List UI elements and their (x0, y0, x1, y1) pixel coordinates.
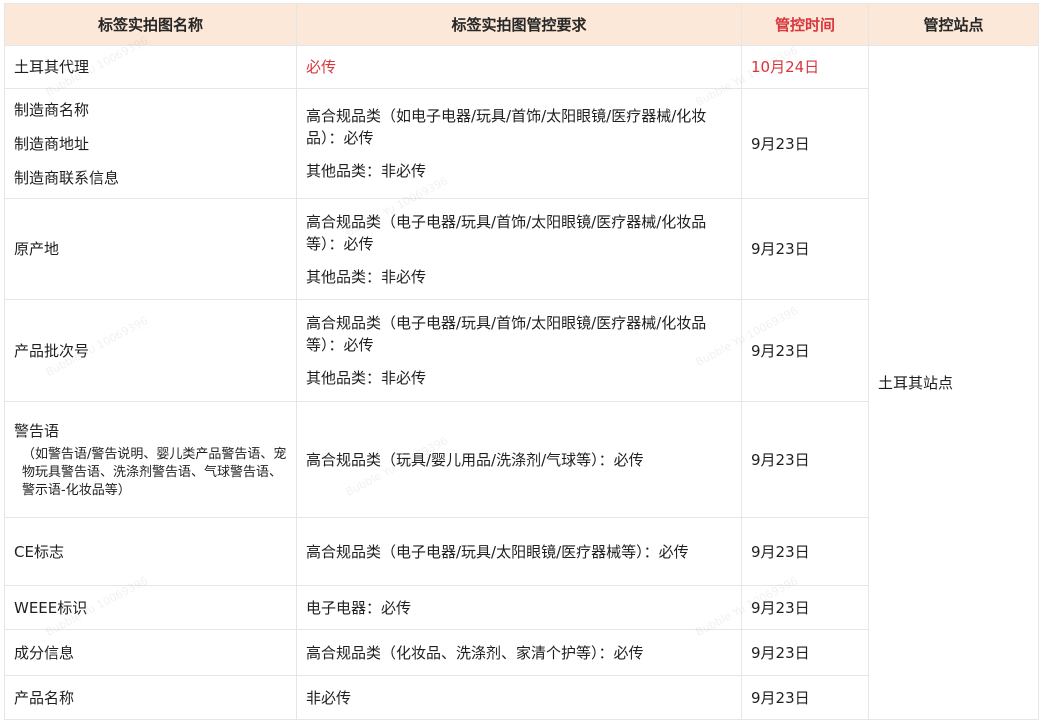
time-cell: 10月24日 (741, 45, 869, 89)
site-cell: 土耳其站点 (868, 45, 1039, 720)
requirement-text: 高合规品类（电子电器/玩具/太阳眼镜/医疗器械等）：必传 (306, 542, 689, 561)
label-name-cell: 土耳其代理 (4, 45, 297, 89)
control-time: 9月23日 (751, 134, 810, 153)
label-name: 警告语 (14, 421, 60, 440)
label-name: 原产地 (14, 240, 60, 258)
control-time: 9月23日 (751, 598, 810, 617)
time-cell: 9月23日 (741, 198, 869, 300)
table-header-row: 标签实拍图名称 标签实拍图管控要求 管控时间 管控站点 (4, 3, 1039, 46)
time-cell: 9月23日 (741, 629, 869, 676)
requirement-text: 高合规品类（玩具/婴儿用品/洗涤剂/气球等）：必传 (306, 450, 644, 469)
time-cell: 9月23日 (741, 401, 869, 518)
control-site: 土耳其站点 (878, 373, 954, 392)
header-control-time: 管控时间 (741, 3, 869, 46)
time-cell: 9月23日 (741, 299, 869, 402)
header-requirement: 标签实拍图管控要求 (296, 3, 742, 46)
requirement-text: 其他品类：非必传 (306, 369, 427, 387)
time-cell: 9月23日 (741, 675, 869, 720)
label-name: WEEE标识 (14, 598, 88, 617)
label-name: 制造商联系信息 (14, 168, 120, 187)
label-name-cell: 产品批次号 (4, 299, 297, 402)
requirement-text: 非必传 (306, 688, 352, 707)
label-name-cell: 产品名称 (4, 675, 297, 720)
label-name: 产品批次号 (14, 341, 90, 360)
label-name: 产品名称 (14, 688, 75, 707)
requirement-text: 高合规品类（电子电器/玩具/首饰/太阳眼镜/医疗器械/化妆品等）：必传 (306, 212, 707, 253)
requirement-text: 高合规品类（化妆品、洗涤剂、家清个护等）：必传 (306, 643, 644, 662)
label-name: 制造商名称 (14, 100, 90, 119)
requirement-cell: 高合规品类（如电子电器/玩具/首饰/太阳眼镜/医疗器械/化妆品）：必传 其他品类… (296, 88, 742, 199)
requirement-cell: 高合规品类（玩具/婴儿用品/洗涤剂/气球等）：必传 (296, 401, 742, 518)
requirement-text: 其他品类：非必传 (306, 162, 427, 180)
requirement-text: 电子电器：必传 (306, 598, 412, 617)
requirement-text: 其他品类：非必传 (306, 267, 427, 286)
control-time: 9月23日 (751, 688, 810, 707)
control-time: 9月23日 (751, 341, 810, 360)
label-name: CE标志 (14, 542, 64, 561)
control-time: 9月23日 (751, 450, 810, 469)
requirement-cell: 高合规品类（化妆品、洗涤剂、家清个护等）：必传 (296, 629, 742, 676)
header-control-site: 管控站点 (868, 3, 1039, 46)
requirement-text: 高合规品类（电子电器/玩具/首饰/太阳眼镜/医疗器械/化妆品等）：必传 (306, 314, 707, 354)
label-requirements-table: 标签实拍图名称 标签实拍图管控要求 管控时间 管控站点 土耳其代理 必传 10月… (4, 3, 1039, 720)
requirement-cell: 高合规品类（电子电器/玩具/首饰/太阳眼镜/医疗器械/化妆品等）：必传 其他品类… (296, 299, 742, 402)
header-label-name: 标签实拍图名称 (4, 3, 297, 46)
control-time: 10月24日 (751, 58, 820, 76)
requirement-text: 高合规品类（如电子电器/玩具/首饰/太阳眼镜/医疗器械/化妆品）：必传 (306, 107, 707, 147)
control-time: 9月23日 (751, 643, 810, 662)
control-time: 9月23日 (751, 542, 810, 561)
label-name: 土耳其代理 (14, 58, 90, 76)
time-cell: 9月23日 (741, 517, 869, 586)
requirement-cell: 电子电器：必传 (296, 585, 742, 630)
time-cell: 9月23日 (741, 585, 869, 630)
label-name-cell: 制造商名称 制造商地址 制造商联系信息 (4, 88, 297, 199)
requirement-cell: 非必传 (296, 675, 742, 720)
requirement-text: 必传 (306, 58, 337, 76)
label-name-note: （如警告语/警告说明、婴儿类产品警告语、宠物玩具警告语、洗涤剂警告语、气球警告语… (22, 446, 287, 498)
label-name: 制造商地址 (14, 134, 90, 153)
label-name-cell: WEEE标识 (4, 585, 297, 630)
label-name: 成分信息 (14, 643, 75, 662)
label-name-cell: 成分信息 (4, 629, 297, 676)
requirement-cell: 高合规品类（电子电器/玩具/首饰/太阳眼镜/医疗器械/化妆品等）：必传 其他品类… (296, 198, 742, 300)
table-row: 土耳其代理 必传 10月24日 土耳其站点 (4, 45, 1039, 720)
label-name-cell: 原产地 (4, 198, 297, 300)
requirement-cell: 高合规品类（电子电器/玩具/太阳眼镜/医疗器械等）：必传 (296, 517, 742, 586)
label-name-cell: 警告语 （如警告语/警告说明、婴儿类产品警告语、宠物玩具警告语、洗涤剂警告语、气… (4, 401, 297, 518)
control-time: 9月23日 (751, 240, 810, 258)
label-name-cell: CE标志 (4, 517, 297, 586)
requirement-cell: 必传 (296, 45, 742, 89)
time-cell: 9月23日 (741, 88, 869, 199)
